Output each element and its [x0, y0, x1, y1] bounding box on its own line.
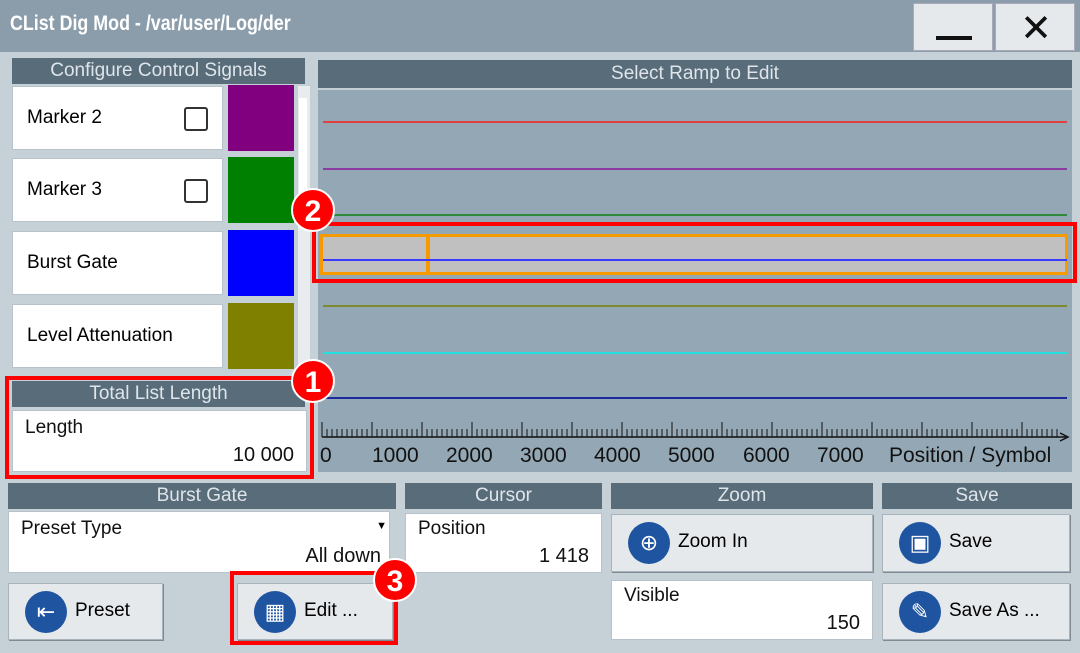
- visible-field[interactable]: Visible 150: [611, 580, 873, 640]
- axis-tick-label: 3000: [520, 444, 567, 467]
- signal-trace: [323, 214, 1067, 216]
- callout-badge-3: 3: [373, 558, 417, 602]
- dropdown-arrow-icon: ▼: [376, 520, 387, 532]
- preset-button-label: Preset: [75, 599, 130, 621]
- preset-type-label: Preset Type: [21, 518, 123, 539]
- axis-tick-label: 5000: [668, 444, 715, 467]
- marker-2-color[interactable]: [228, 85, 294, 151]
- axis-tick-label: 1000: [372, 444, 419, 467]
- signal-trace: [323, 168, 1067, 170]
- preset-button[interactable]: ⇤ Preset: [8, 583, 163, 640]
- position-label: Position: [418, 518, 486, 539]
- callout-box-1: [5, 376, 314, 479]
- callout-box-2: [312, 222, 1077, 283]
- marker-2-checkbox[interactable]: [184, 107, 208, 131]
- axis-tick-label: 4000: [594, 444, 641, 467]
- title-bar: CList Dig Mod - /var/user/Log/der ✕: [0, 0, 1080, 52]
- zoom-in-icon: ⊕: [628, 522, 670, 564]
- visible-value: 150: [826, 612, 860, 634]
- save-label: Save: [949, 531, 993, 552]
- save-as-icon: ✎: [899, 590, 941, 633]
- axis-title: Position / Symbol: [889, 444, 1052, 467]
- signal-label: Marker 2: [27, 107, 102, 128]
- level-attenuation-color[interactable]: [228, 303, 294, 369]
- zoom-header: Zoom: [611, 483, 873, 509]
- signal-label: Level Attenuation: [27, 325, 173, 346]
- signal-label: Marker 3: [27, 179, 102, 200]
- signal-row-burst-gate[interactable]: Burst Gate: [12, 231, 223, 295]
- position-value: 1 418: [538, 545, 589, 567]
- cursor-position-field[interactable]: Position 1 418: [405, 513, 602, 573]
- callout-badge-2: 2: [291, 188, 335, 232]
- floppy-disk-icon: ▣: [899, 522, 941, 564]
- signal-row-level-attenuation[interactable]: Level Attenuation: [12, 304, 223, 368]
- signal-trace: [323, 352, 1067, 354]
- save-as-label: Save As ...: [949, 599, 1040, 621]
- burst-gate-header: Burst Gate: [8, 483, 396, 509]
- save-button[interactable]: ▣ Save: [882, 514, 1070, 572]
- axis-tick-label: 2000: [446, 444, 493, 467]
- zoom-in-button[interactable]: ⊕ Zoom In: [611, 514, 873, 572]
- window-title: CList Dig Mod - /var/user/Log/der: [10, 12, 291, 35]
- axis-tick-label: 7000: [817, 444, 864, 467]
- signal-row-marker-3[interactable]: Marker 3: [12, 158, 223, 222]
- save-header: Save: [882, 483, 1072, 509]
- close-button[interactable]: ✕: [995, 3, 1075, 51]
- callout-badge-1: 1: [291, 359, 335, 403]
- cursor-header: Cursor: [405, 483, 602, 509]
- preset-type-value: All down: [305, 545, 381, 567]
- zoom-in-label: Zoom In: [678, 531, 748, 552]
- signal-label: Burst Gate: [27, 252, 118, 273]
- marker-3-checkbox[interactable]: [184, 179, 208, 203]
- configure-signals-header: Configure Control Signals: [12, 58, 305, 84]
- marker-3-color[interactable]: [228, 157, 294, 223]
- close-icon: ✕: [1020, 8, 1052, 50]
- signal-trace: [323, 397, 1067, 399]
- arrow-left-icon: ⇤: [25, 590, 67, 633]
- burst-gate-color[interactable]: [228, 230, 294, 296]
- axis-tick-label: 0: [320, 444, 332, 467]
- signal-trace: [323, 121, 1067, 123]
- signal-trace: [323, 305, 1067, 307]
- select-ramp-header: Select Ramp to Edit: [318, 60, 1072, 88]
- save-as-button[interactable]: ✎ Save As ...: [882, 583, 1070, 640]
- minimize-icon: [936, 36, 972, 40]
- visible-label: Visible: [624, 585, 680, 606]
- signal-row-marker-2[interactable]: Marker 2: [12, 86, 223, 150]
- minimize-button[interactable]: [913, 3, 993, 51]
- window: CList Dig Mod - /var/user/Log/der ✕ Conf…: [0, 0, 1080, 653]
- axis-tick-label: 6000: [743, 444, 790, 467]
- preset-type-dropdown[interactable]: Preset Type All down ▼: [8, 511, 390, 573]
